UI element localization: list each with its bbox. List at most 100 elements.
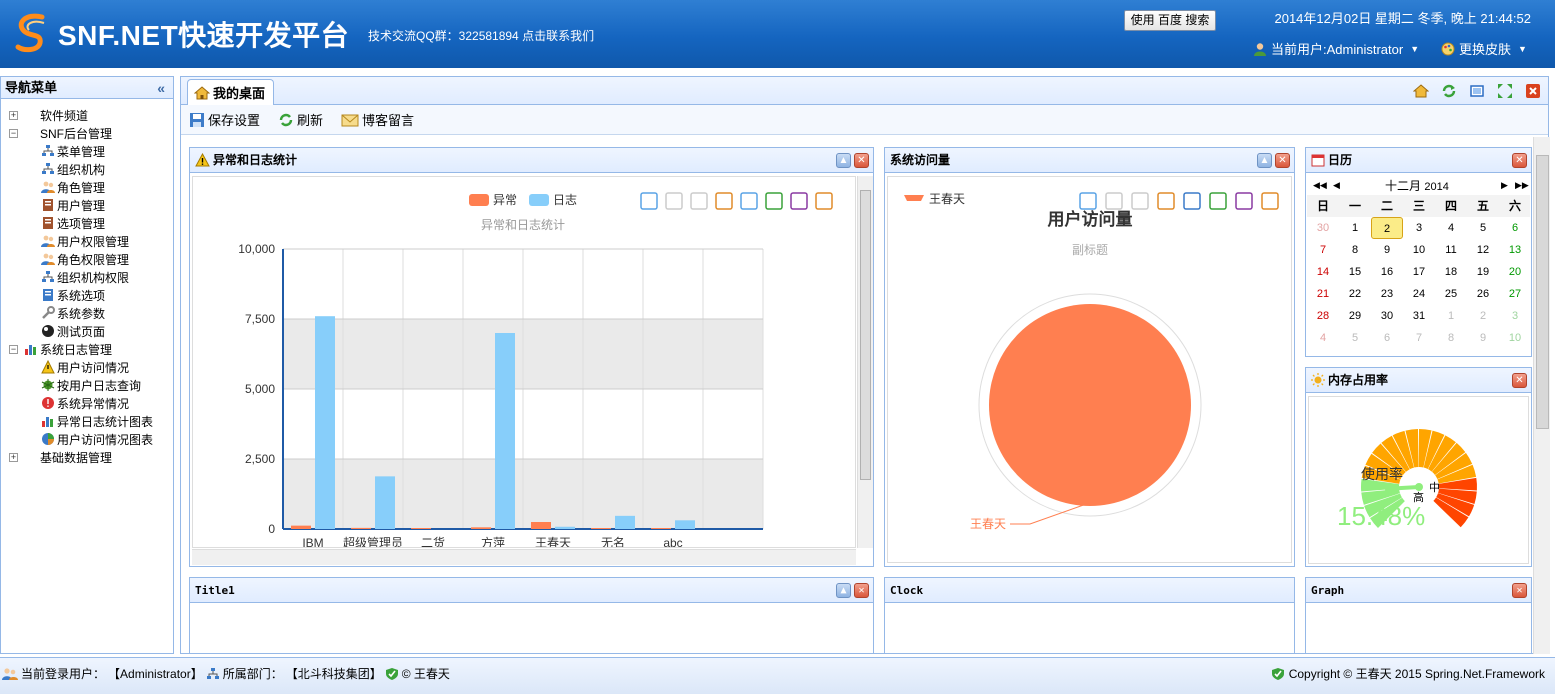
nav-item[interactable]: 组织机构 — [1, 160, 173, 178]
calendar-day[interactable]: 14 — [1307, 261, 1339, 283]
nav-item[interactable]: 系统异常情况 — [1, 394, 173, 412]
nav-item[interactable]: + 软件频道 — [1, 106, 173, 124]
current-user-menu[interactable]: 当前用户:Administrator ▼ — [1253, 39, 1419, 58]
close-panel-button[interactable]: ✕ — [1512, 153, 1527, 168]
calendar-day[interactable]: 30 — [1371, 305, 1403, 327]
close-panel-button[interactable]: ✕ — [1512, 373, 1527, 388]
calendar-day[interactable]: 9 — [1467, 327, 1499, 349]
calendar-day[interactable]: 26 — [1467, 283, 1499, 305]
calendar-day[interactable]: 13 — [1499, 239, 1531, 261]
nav-item[interactable]: 角色管理 — [1, 178, 173, 196]
refresh-icon[interactable] — [1440, 82, 1458, 100]
calendar-day[interactable]: 12 — [1467, 239, 1499, 261]
nav-item[interactable]: 用户访问情况 — [1, 358, 173, 376]
calendar-day[interactable]: 30 — [1307, 217, 1339, 239]
calendar-day[interactable]: 19 — [1467, 261, 1499, 283]
nav-item[interactable]: 按用户日志查询 — [1, 376, 173, 394]
calendar-day[interactable]: 2 — [1371, 217, 1403, 239]
close-panel-button[interactable]: ✕ — [854, 153, 869, 168]
calendar-day[interactable]: 11 — [1435, 239, 1467, 261]
home-icon[interactable] — [1412, 82, 1430, 100]
calendar-day[interactable]: 7 — [1403, 327, 1435, 349]
portal-vscroll[interactable] — [1533, 137, 1550, 654]
calendar-day[interactable]: 17 — [1403, 261, 1435, 283]
chart-icon — [24, 342, 38, 356]
calendar-day[interactable]: 16 — [1371, 261, 1403, 283]
calendar-day[interactable]: 1 — [1339, 217, 1371, 239]
collapse-icon[interactable]: « — [157, 77, 165, 99]
nav-item[interactable]: 菜单管理 — [1, 142, 173, 160]
calendar-day[interactable]: 21 — [1307, 283, 1339, 305]
calendar-day[interactable]: 3 — [1499, 305, 1531, 327]
expand-icon[interactable]: + — [9, 452, 18, 462]
refresh-button[interactable]: 刷新 — [278, 110, 323, 129]
collapse-panel-button[interactable]: ▲ — [836, 153, 851, 168]
close-panel-button[interactable]: ✕ — [1275, 153, 1290, 168]
skin-menu[interactable]: 更换皮肤 ▼ — [1441, 39, 1527, 58]
calendar-day[interactable]: 9 — [1371, 239, 1403, 261]
calendar-day[interactable]: 7 — [1307, 239, 1339, 261]
calendar-day[interactable]: 25 — [1435, 283, 1467, 305]
collapse-tree-icon[interactable]: − — [9, 344, 18, 354]
save-settings-button[interactable]: 保存设置 — [189, 110, 260, 129]
collapse-panel-button[interactable]: ▲ — [1257, 153, 1272, 168]
calendar-day[interactable]: 8 — [1339, 239, 1371, 261]
calendar-day[interactable]: 6 — [1371, 327, 1403, 349]
calendar-day[interactable]: 22 — [1339, 283, 1371, 305]
fullscreen-icon[interactable] — [1468, 82, 1486, 100]
baidu-search-button[interactable]: 使用 百度 搜索 — [1124, 10, 1216, 31]
calendar-day[interactable]: 4 — [1435, 217, 1467, 239]
calendar-day[interactable]: 8 — [1435, 327, 1467, 349]
nav-item[interactable]: 用户访问情况图表 — [1, 430, 173, 448]
calendar-day[interactable]: 27 — [1499, 283, 1531, 305]
calendar-month-year[interactable]: 十二月 2014 — [1385, 177, 1449, 194]
prev-month-icon[interactable]: ◀ — [1333, 180, 1340, 191]
panel-vscroll[interactable] — [857, 176, 873, 548]
nav-item[interactable]: 用户权限管理 — [1, 232, 173, 250]
close-panel-button[interactable]: ✕ — [854, 583, 869, 598]
nav-item[interactable]: 测试页面 — [1, 322, 173, 340]
calendar-day[interactable]: 24 — [1403, 283, 1435, 305]
nav-item[interactable]: 角色权限管理 — [1, 250, 173, 268]
skin-label: 更换皮肤 — [1459, 42, 1512, 57]
calendar-day[interactable]: 4 — [1307, 327, 1339, 349]
calendar-day[interactable]: 23 — [1371, 283, 1403, 305]
calendar-day[interactable]: 3 — [1403, 217, 1435, 239]
collapse-tree-icon[interactable]: − — [9, 128, 18, 138]
nav-item[interactable]: − 系统日志管理 — [1, 340, 173, 358]
calendar-day[interactable]: 20 — [1499, 261, 1531, 283]
tab-desktop[interactable]: 我的桌面 — [187, 79, 275, 105]
next-year-icon[interactable]: ▶▶ — [1515, 180, 1529, 191]
prev-year-icon[interactable]: ◀◀ — [1313, 180, 1327, 191]
nav-item[interactable]: − SNF后台管理 — [1, 124, 173, 142]
close-panel-button[interactable]: ✕ — [1512, 583, 1527, 598]
nav-item[interactable]: 组织机构权限 — [1, 268, 173, 286]
calendar-day[interactable]: 31 — [1403, 305, 1435, 327]
expand-icon[interactable] — [1496, 82, 1514, 100]
close-icon[interactable] — [1524, 82, 1542, 100]
calendar-day[interactable]: 2 — [1467, 305, 1499, 327]
nav-item[interactable]: 系统选项 — [1, 286, 173, 304]
calendar-day[interactable]: 10 — [1403, 239, 1435, 261]
nav-item[interactable]: 系统参数 — [1, 304, 173, 322]
calendar-day[interactable]: 6 — [1499, 217, 1531, 239]
blog-message-button[interactable]: 博客留言 — [341, 110, 414, 129]
panel-hscroll[interactable] — [192, 549, 856, 565]
next-month-icon[interactable]: ▶ — [1501, 180, 1508, 191]
calendar-day[interactable]: 18 — [1435, 261, 1467, 283]
calendar-day[interactable]: 10 — [1499, 327, 1531, 349]
nav-item[interactable]: + 基础数据管理 — [1, 448, 173, 466]
qq-contact-link[interactable]: 技术交流QQ群：322581894 点击联系我们 — [368, 27, 594, 44]
nav-item[interactable]: 用户管理 — [1, 196, 173, 214]
calendar-day[interactable]: 5 — [1339, 327, 1371, 349]
collapse-panel-button[interactable]: ▲ — [836, 583, 851, 598]
nav-item[interactable]: 异常日志统计图表 — [1, 412, 173, 430]
calendar-day[interactable]: 15 — [1339, 261, 1371, 283]
calendar-day[interactable]: 1 — [1435, 305, 1467, 327]
nav-item[interactable]: 选项管理 — [1, 214, 173, 232]
calendar-day[interactable]: 28 — [1307, 305, 1339, 327]
calendar-day[interactable]: 5 — [1467, 217, 1499, 239]
expand-icon[interactable]: + — [9, 110, 18, 120]
calendar-day[interactable]: 29 — [1339, 305, 1371, 327]
scroll-thumb[interactable] — [1536, 155, 1549, 429]
